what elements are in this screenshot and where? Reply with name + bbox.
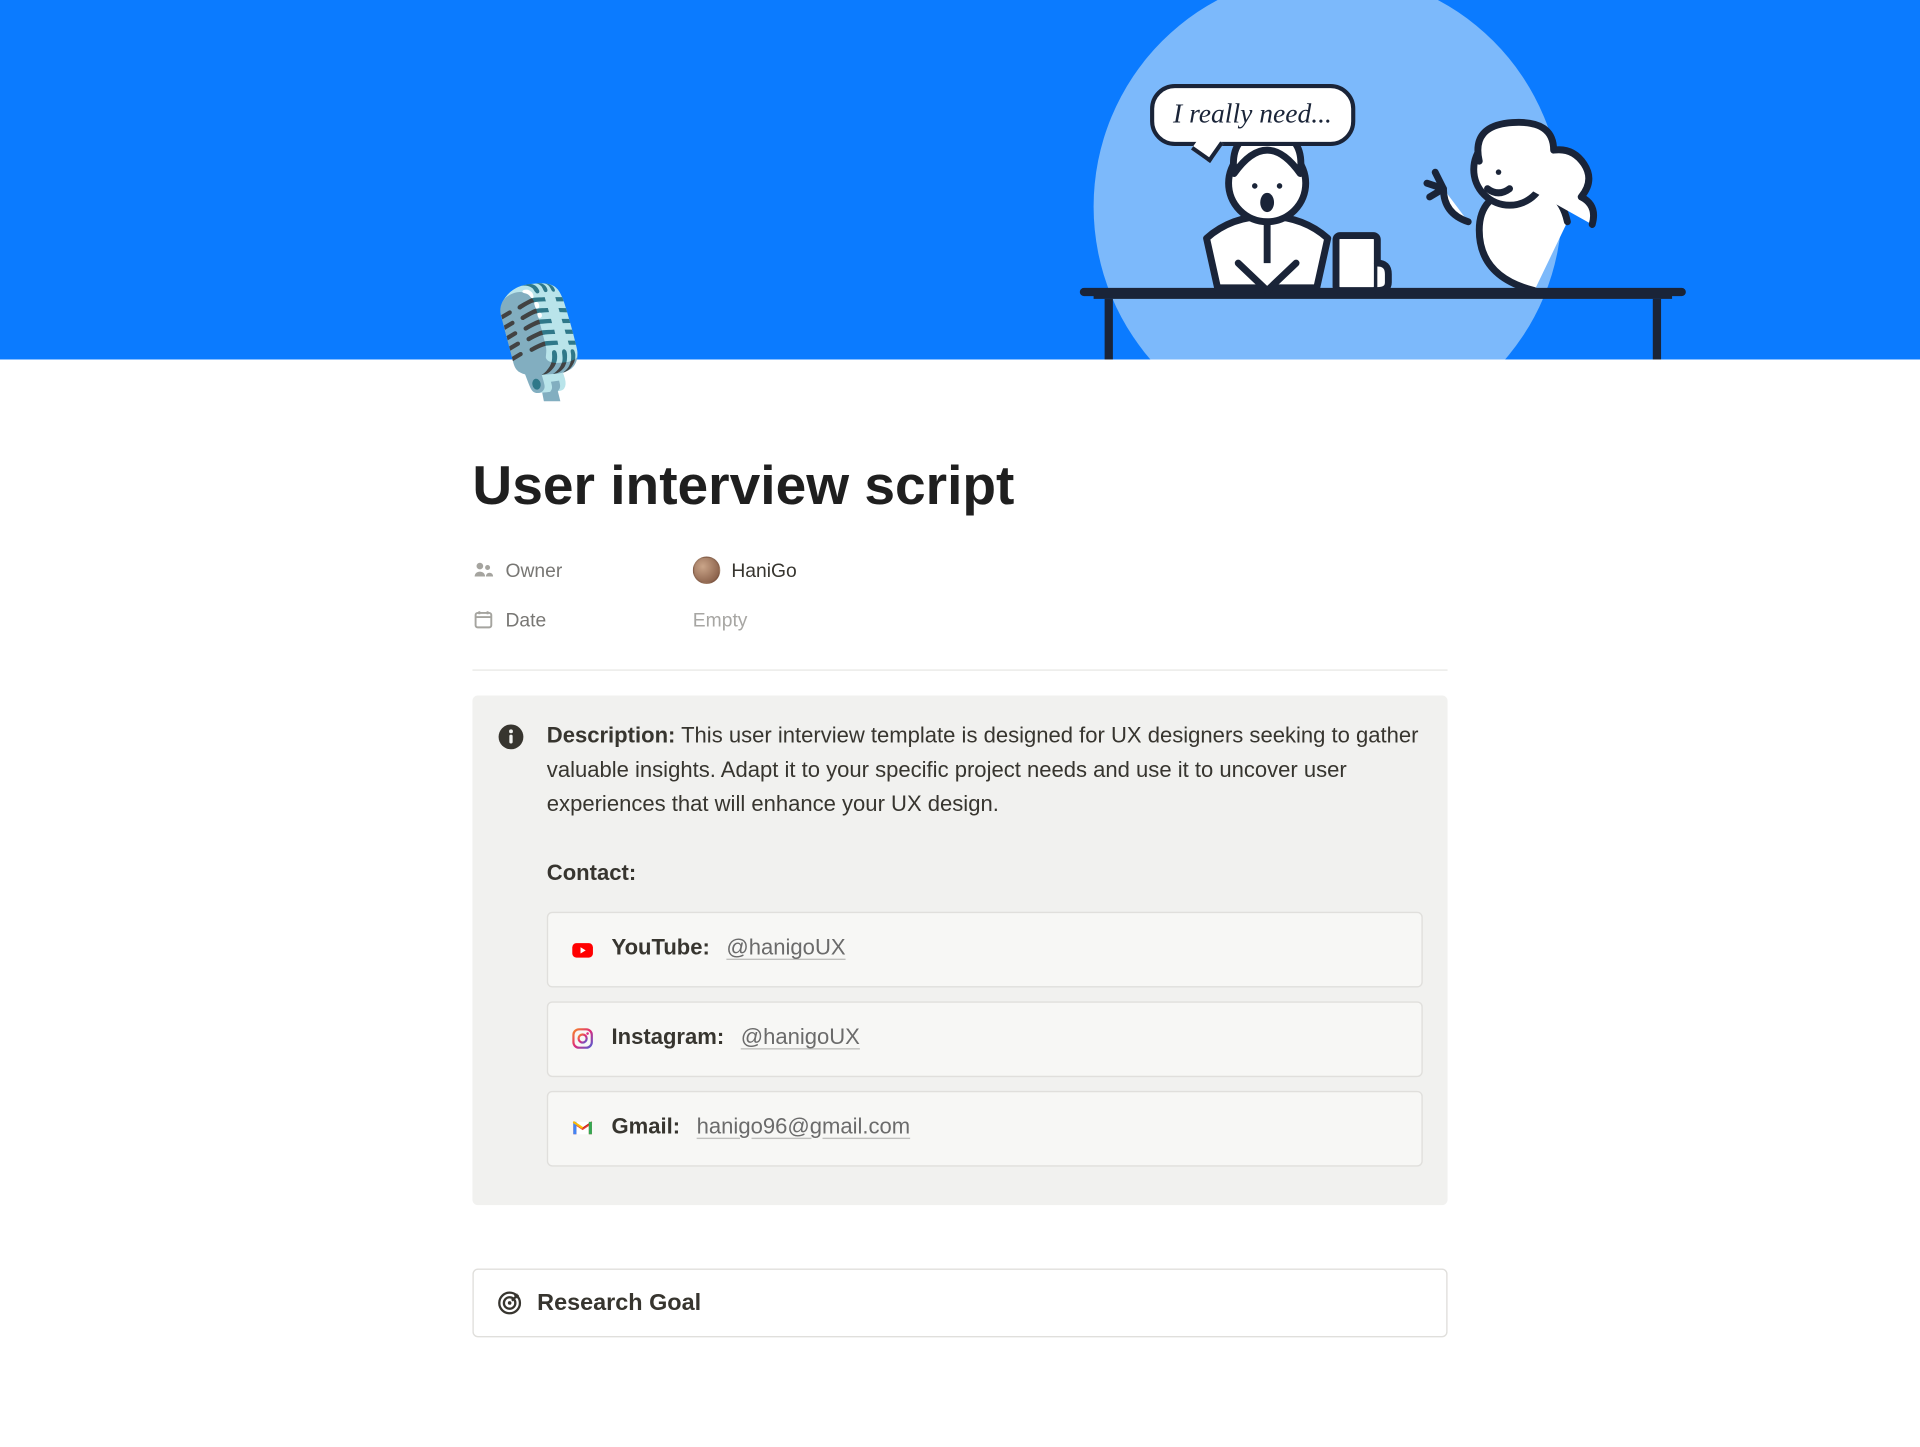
page-title[interactable]: User interview script bbox=[472, 359, 1447, 517]
info-icon bbox=[497, 720, 527, 1179]
section-research-goal[interactable]: Research Goal bbox=[472, 1268, 1447, 1337]
contact-handle[interactable]: @hanigoUX bbox=[741, 1022, 860, 1056]
property-label: Date bbox=[505, 609, 546, 631]
divider bbox=[472, 669, 1447, 670]
contact-heading: Contact: bbox=[547, 859, 1423, 893]
instagram-icon bbox=[570, 1027, 595, 1052]
gmail-icon bbox=[570, 1116, 595, 1141]
owner-name: HaniGo bbox=[731, 559, 796, 581]
contact-card-instagram[interactable]: Instagram: @hanigoUX bbox=[547, 1001, 1423, 1076]
cover-image: I really need... bbox=[0, 0, 1920, 359]
contact-handle[interactable]: @hanigoUX bbox=[726, 933, 845, 967]
speech-bubble-text: I really need... bbox=[1173, 99, 1332, 129]
property-row-owner[interactable]: Owner HaniGo bbox=[472, 545, 1447, 595]
target-icon bbox=[496, 1289, 524, 1317]
speech-bubble: I really need... bbox=[1150, 84, 1356, 146]
youtube-icon bbox=[570, 937, 595, 962]
section-title: Research Goal bbox=[537, 1289, 701, 1317]
property-label: Owner bbox=[505, 559, 562, 581]
page-icon[interactable]: 🎙️ bbox=[472, 288, 606, 395]
contact-label: YouTube: bbox=[612, 933, 710, 967]
property-row-date[interactable]: Date Empty bbox=[472, 595, 1447, 645]
owner-avatar bbox=[693, 556, 721, 584]
description-label: Description: bbox=[547, 724, 676, 747]
contact-card-gmail[interactable]: Gmail: hanigo96@gmail.com bbox=[547, 1091, 1423, 1166]
date-value: Empty bbox=[693, 609, 748, 631]
description-text: This user interview template is designed… bbox=[547, 724, 1419, 816]
contact-label: Gmail: bbox=[612, 1111, 681, 1145]
contact-card-youtube[interactable]: YouTube: @hanigoUX bbox=[547, 912, 1423, 987]
contact-label: Instagram: bbox=[612, 1022, 725, 1056]
description-callout[interactable]: Description: This user interview templat… bbox=[472, 696, 1447, 1205]
calendar-icon bbox=[472, 609, 494, 631]
people-icon bbox=[472, 559, 494, 581]
contact-handle[interactable]: hanigo96@gmail.com bbox=[697, 1111, 910, 1145]
cover-illustration: I really need... bbox=[1066, 56, 1700, 359]
page-properties: Owner HaniGo Date Empty bbox=[472, 545, 1447, 644]
